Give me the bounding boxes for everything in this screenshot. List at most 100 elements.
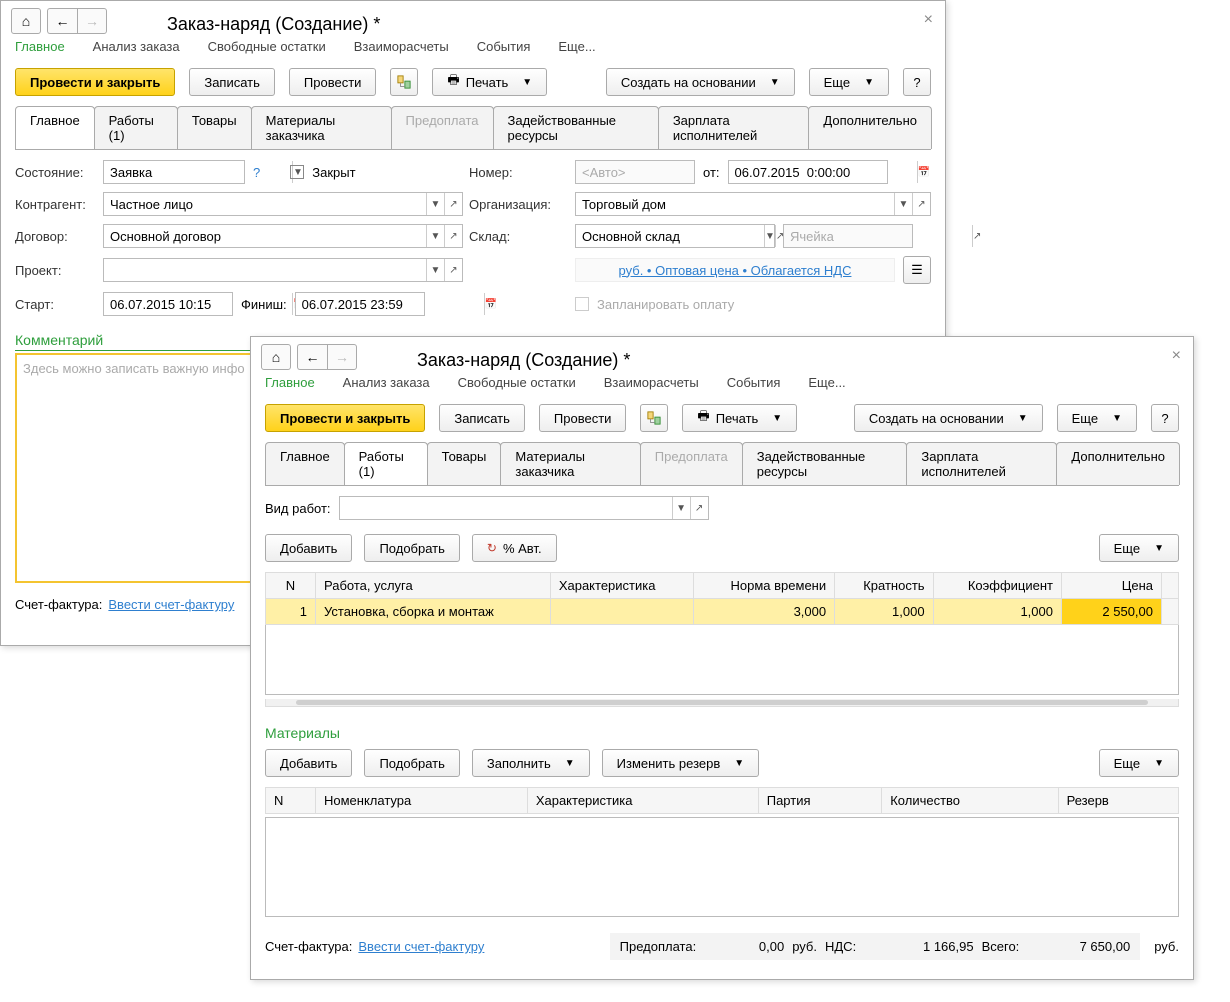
nav-analysis[interactable]: Анализ заказа <box>93 39 180 54</box>
cell-spec[interactable] <box>550 599 693 625</box>
tab-resources[interactable]: Задействованные ресурсы <box>742 442 908 485</box>
tab-works[interactable]: Работы (1) <box>344 442 428 485</box>
mcol-spec[interactable]: Характеристика <box>527 788 758 814</box>
pick-work-button[interactable]: Подобрать <box>364 534 459 562</box>
counterparty-field[interactable]: ▼ ↗ <box>103 192 463 216</box>
open-icon[interactable]: ↗ <box>972 225 981 247</box>
nav-analysis[interactable]: Анализ заказа <box>343 375 430 390</box>
post-and-close-button[interactable]: Провести и закрыть <box>265 404 425 432</box>
col-norm[interactable]: Норма времени <box>693 573 835 599</box>
nav-main[interactable]: Главное <box>265 375 315 390</box>
pick-material-button[interactable]: Подобрать <box>364 749 459 777</box>
chevron-down-icon[interactable]: ▼ <box>672 497 690 519</box>
cell-coef[interactable]: 1,000 <box>933 599 1061 625</box>
agreement-input[interactable] <box>104 229 426 244</box>
home-button[interactable]: ⌂ <box>261 344 291 370</box>
warehouse-field[interactable]: ▼ ↗ <box>575 224 775 248</box>
works-table[interactable]: N Работа, услуга Характеристика Норма вр… <box>265 572 1179 695</box>
tab-salary[interactable]: Зарплата исполнителей <box>906 442 1057 485</box>
help-button[interactable]: ? <box>903 68 931 96</box>
nav-main[interactable]: Главное <box>15 39 65 54</box>
works-more-button[interactable]: Еще ▼ <box>1099 534 1179 562</box>
tab-prepay[interactable]: Предоплата <box>391 106 494 149</box>
state-help-link[interactable]: ? <box>253 165 260 180</box>
write-button[interactable]: Записать <box>189 68 275 96</box>
nav-free[interactable]: Свободные остатки <box>208 39 326 54</box>
enter-invoice-link[interactable]: Ввести счет-фактуру <box>108 597 234 612</box>
chevron-down-icon[interactable]: ▼ <box>426 225 444 247</box>
finish-field[interactable]: 📅 <box>295 292 425 316</box>
col-price[interactable]: Цена <box>1062 573 1162 599</box>
open-icon[interactable]: ↗ <box>444 225 462 247</box>
chevron-down-icon[interactable]: ▼ <box>426 193 444 215</box>
create-on-base-button[interactable]: Создать на основании ▼ <box>606 68 795 96</box>
tab-extra[interactable]: Дополнительно <box>808 106 932 149</box>
chevron-down-icon[interactable]: ▼ <box>894 193 912 215</box>
finish-input[interactable] <box>296 297 484 312</box>
closed-checkbox[interactable] <box>290 165 304 179</box>
col-work[interactable]: Работа, услуга <box>316 573 551 599</box>
state-field[interactable]: ▼ <box>103 160 245 184</box>
tab-customer-materials[interactable]: Материалы заказчика <box>500 442 640 485</box>
col-n[interactable]: N <box>266 573 316 599</box>
close-icon[interactable]: × <box>924 11 933 29</box>
open-icon[interactable]: ↗ <box>444 193 462 215</box>
nav-settle[interactable]: Взаиморасчеты <box>604 375 699 390</box>
post-and-close-button[interactable]: Провести и закрыть <box>15 68 175 96</box>
col-spec[interactable]: Характеристика <box>550 573 693 599</box>
tab-main[interactable]: Главное <box>15 106 95 149</box>
chevron-down-icon[interactable]: ▼ <box>764 225 775 247</box>
tab-customer-materials[interactable]: Материалы заказчика <box>251 106 392 149</box>
mcol-nom[interactable]: Номенклатура <box>316 788 528 814</box>
col-coef[interactable]: Коэффициент <box>933 573 1061 599</box>
project-field[interactable]: ▼ ↗ <box>103 258 463 282</box>
post-button[interactable]: Провести <box>539 404 627 432</box>
tab-prepay[interactable]: Предоплата <box>640 442 743 485</box>
write-button[interactable]: Записать <box>439 404 525 432</box>
mcol-qty[interactable]: Количество <box>882 788 1058 814</box>
nav-events[interactable]: События <box>727 375 781 390</box>
nav-more[interactable]: Еще... <box>808 375 845 390</box>
price-settings-button[interactable]: ☰ <box>903 256 931 284</box>
cell-work-name[interactable]: Установка, сборка и монтаж <box>316 599 551 625</box>
calendar-icon[interactable]: 📅 <box>484 293 497 315</box>
fill-materials-button[interactable]: Заполнить ▼ <box>472 749 590 777</box>
percent-auto-button[interactable]: ↻ % Авт. <box>472 534 557 562</box>
works-row[interactable]: 1 Установка, сборка и монтаж 3,000 1,000… <box>266 599 1179 625</box>
price-terms-link[interactable]: руб. • Оптовая цена • Облагается НДС <box>619 263 852 278</box>
organization-field[interactable]: ▼ ↗ <box>575 192 931 216</box>
mcol-n[interactable]: N <box>266 788 316 814</box>
cell-input[interactable] <box>784 229 972 244</box>
cell-mult[interactable]: 1,000 <box>835 599 933 625</box>
number-field[interactable] <box>575 160 695 184</box>
back-button[interactable]: ← <box>47 8 77 34</box>
open-icon[interactable]: ↗ <box>444 259 462 281</box>
nav-settle[interactable]: Взаиморасчеты <box>354 39 449 54</box>
date-field[interactable]: 📅 <box>728 160 888 184</box>
tab-goods[interactable]: Товары <box>427 442 502 485</box>
mcol-reserve[interactable]: Резерв <box>1058 788 1178 814</box>
tab-extra[interactable]: Дополнительно <box>1056 442 1180 485</box>
nav-events[interactable]: События <box>477 39 531 54</box>
open-icon[interactable]: ↗ <box>912 193 930 215</box>
tab-works[interactable]: Работы (1) <box>94 106 178 149</box>
chevron-down-icon[interactable]: ▼ <box>426 259 444 281</box>
start-field[interactable]: 📅 <box>103 292 233 316</box>
enter-invoice-link[interactable]: Ввести счет-фактуру <box>358 939 484 954</box>
date-input[interactable] <box>729 165 917 180</box>
post-button[interactable]: Провести <box>289 68 377 96</box>
cell-norm[interactable]: 3,000 <box>693 599 835 625</box>
col-mult[interactable]: Кратность <box>835 573 933 599</box>
cell-n[interactable]: 1 <box>266 599 316 625</box>
cell-price[interactable]: 2 550,00 <box>1062 599 1162 625</box>
tab-goods[interactable]: Товары <box>177 106 252 149</box>
forward-button[interactable]: → <box>77 8 107 34</box>
nav-free[interactable]: Свободные остатки <box>458 375 576 390</box>
close-icon[interactable]: × <box>1172 347 1181 365</box>
print-button[interactable]: 🖶 Печать ▼ <box>432 68 547 96</box>
counterparty-input[interactable] <box>104 197 426 212</box>
tab-resources[interactable]: Задействованные ресурсы <box>493 106 659 149</box>
agreement-field[interactable]: ▼ ↗ <box>103 224 463 248</box>
more-button[interactable]: Еще ▼ <box>1057 404 1137 432</box>
warehouse-input[interactable] <box>576 229 764 244</box>
